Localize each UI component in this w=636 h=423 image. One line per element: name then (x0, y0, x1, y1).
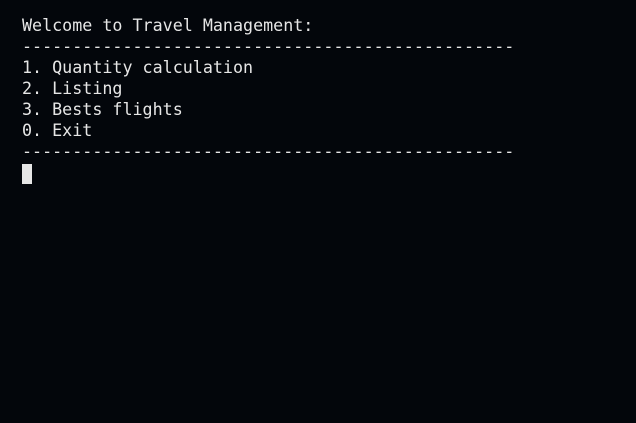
menu-item-quantity-calculation: 1. Quantity calculation (22, 57, 254, 77)
separator-top: ----------------------------------------… (22, 36, 515, 56)
separator-bottom: ----------------------------------------… (22, 141, 515, 161)
terminal-window[interactable]: Welcome to Travel Management: ----------… (0, 0, 636, 423)
text-cursor (22, 164, 32, 184)
menu-item-exit: 0. Exit (22, 120, 93, 140)
menu-item-listing: 2. Listing (22, 78, 123, 98)
menu-item-bests-flights: 3. Bests flights (22, 99, 183, 119)
welcome-heading: Welcome to Travel Management: (22, 15, 314, 35)
input-line[interactable] (22, 162, 636, 184)
